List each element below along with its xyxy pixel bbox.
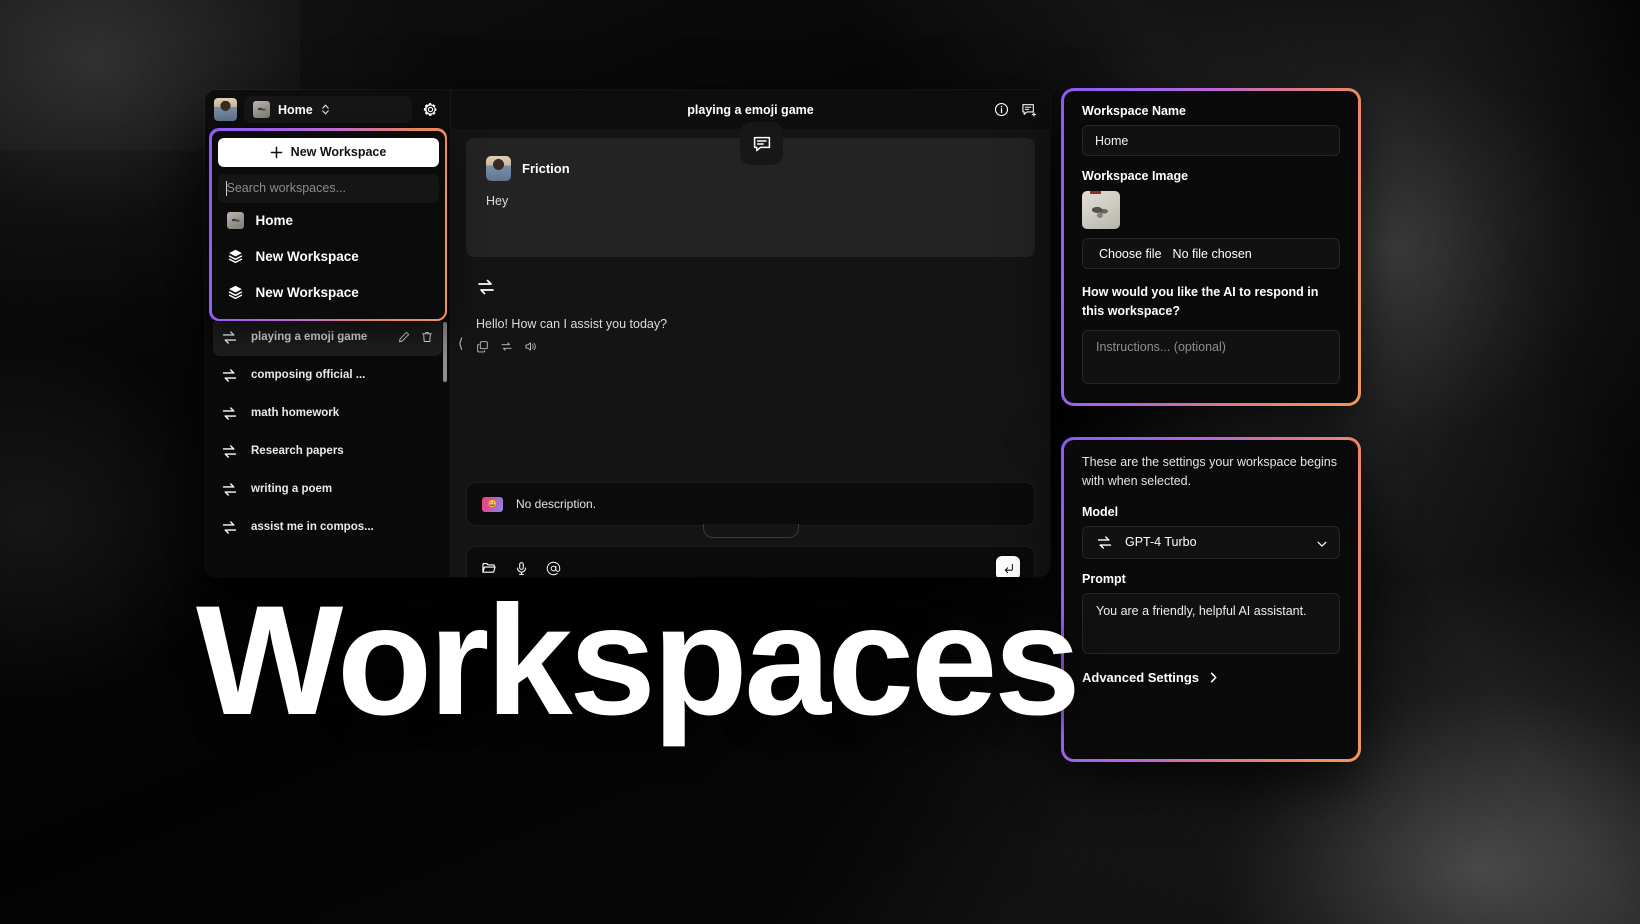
swap-icon	[1097, 536, 1112, 549]
chat-item-label: math homework	[251, 407, 340, 419]
workspace-thumb-icon	[226, 212, 244, 229]
swap-icon	[478, 279, 494, 295]
model-value: GPT-4 Turbo	[1125, 535, 1197, 550]
new-workspace-label: New Workspace	[290, 145, 387, 159]
workspace-item-label: New Workspace	[255, 249, 359, 264]
speak-icon[interactable]	[524, 340, 537, 353]
workspace-name-label: Home	[278, 102, 313, 117]
swap-icon	[222, 406, 237, 420]
new-workspace-button[interactable]: New Workspace	[217, 137, 439, 167]
workspace-name-input[interactable]: Home	[1082, 125, 1340, 156]
copy-icon[interactable]	[476, 340, 489, 353]
workspace-image-thumb	[1082, 191, 1120, 229]
workspace-image-label: Workspace Image	[1082, 169, 1189, 183]
new-chat-icon[interactable]	[1021, 102, 1037, 118]
workspace-item-new-2[interactable]: New Workspace	[218, 275, 439, 311]
swap-icon	[222, 520, 237, 534]
chat-list-item[interactable]: assist me in compos...	[213, 508, 442, 546]
workspace-search-input[interactable]: Search workspaces...	[217, 173, 439, 203]
layers-icon	[228, 249, 242, 264]
swap-icon	[222, 444, 237, 458]
workspace-search-placeholder: Search workspaces...	[226, 181, 347, 195]
chat-item-label: Research papers	[251, 445, 344, 457]
workspace-name-label: Workspace Name	[1082, 104, 1186, 118]
workspace-selector[interactable]: Home	[244, 96, 412, 123]
workspace-item-label: New Workspace	[255, 285, 359, 300]
layers-icon	[228, 285, 242, 300]
avatar[interactable]	[214, 98, 237, 121]
chat-list-item[interactable]: composing official ...	[213, 356, 442, 394]
swap-icon	[222, 330, 237, 344]
avatar	[486, 156, 511, 181]
info-circle-icon[interactable]	[994, 102, 1009, 117]
chat-bubble-icon	[753, 136, 770, 151]
workspace-dropdown: New Workspace Search workspaces... Home …	[209, 128, 447, 321]
page-title: playing a emoji game	[687, 102, 814, 117]
message-scroll-area[interactable]: Friction Hey ⟨ Hello! How can I assist y…	[451, 122, 1050, 577]
instructions-question: How would you like the AI to respond in …	[1082, 285, 1319, 319]
regenerate-icon[interactable]	[500, 340, 513, 353]
model-settings-panel: These are the settings your workspace be…	[1061, 437, 1361, 762]
chat-item-label: composing official ...	[251, 369, 366, 381]
file-chooser[interactable]: Choose file No file chosen	[1082, 238, 1340, 269]
plus-icon	[270, 146, 283, 158]
chat-list-item[interactable]: math homework	[213, 394, 442, 432]
chat-panel: playing a emoji game Friction Hey ⟨ Hell…	[451, 90, 1050, 577]
prompt-textarea[interactable]: You are a friendly, helpful AI assistant…	[1082, 592, 1340, 654]
file-status-label: No file chosen	[1172, 246, 1252, 261]
workspace-item-label: Home	[255, 213, 294, 228]
trash-icon[interactable]	[420, 330, 434, 344]
chat-list: playing a emoji game composing official …	[205, 318, 450, 577]
instructions-textarea[interactable]: Instructions... (optional)	[1082, 329, 1340, 384]
description-card[interactable]: 😀 No description.	[466, 482, 1035, 526]
assistant-message: ⟨ Hello! How can I assist you today?	[458, 277, 1035, 353]
message-text: Hey	[486, 194, 509, 208]
advanced-settings-link[interactable]: Advanced Settings	[1082, 670, 1340, 685]
sidebar-scrollbar[interactable]	[443, 322, 447, 382]
gradient-thumb-icon: 😀	[482, 496, 503, 512]
app-window: Home New Workspace Search workspaces... …	[205, 90, 1050, 577]
prompt-label: Prompt	[1082, 571, 1126, 586]
hero-title: Workspaces	[196, 574, 1081, 748]
model-select[interactable]: GPT-4 Turbo	[1082, 525, 1340, 559]
gear-icon	[423, 103, 437, 116]
message-composer[interactable]: ?	[466, 546, 1035, 577]
chevron-down-icon	[1317, 541, 1327, 547]
chat-list-item[interactable]: playing a emoji game	[213, 318, 442, 356]
chat-list-item[interactable]: writing a poem	[213, 470, 442, 508]
choose-file-button[interactable]: Choose file	[1099, 247, 1162, 261]
edit-icon[interactable]	[397, 330, 411, 344]
enter-arrow-icon	[1004, 563, 1013, 573]
chat-item-label: assist me in compos...	[251, 521, 374, 533]
message-author: Friction	[522, 161, 570, 176]
settings-button[interactable]	[419, 99, 441, 121]
panel-notch	[702, 524, 799, 538]
chevron-right-icon	[1210, 672, 1217, 683]
workspace-settings-panel: Workspace Name Home Workspace Image Choo…	[1061, 88, 1361, 406]
swap-icon	[222, 482, 237, 496]
sidebar: Home New Workspace Search workspaces... …	[205, 90, 451, 577]
chat-bubble-badge[interactable]	[740, 122, 783, 165]
swap-icon	[222, 368, 237, 382]
workspace-thumb-icon	[253, 101, 270, 118]
chevron-up-down-icon	[321, 104, 329, 115]
model-label: Model	[1082, 504, 1119, 519]
chat-item-label: writing a poem	[251, 483, 333, 495]
workspace-item-home[interactable]: Home	[218, 203, 439, 239]
description-text: No description.	[516, 497, 597, 511]
chat-list-item[interactable]: Research papers	[213, 432, 442, 470]
chat-item-label: playing a emoji game	[251, 331, 368, 343]
workspace-item-new-1[interactable]: New Workspace	[218, 239, 439, 275]
workspace-settings-blurb: These are the settings your workspace be…	[1082, 455, 1337, 489]
sidebar-header: Home	[205, 90, 450, 129]
message-text: Hello! How can I assist you today?	[476, 317, 668, 331]
scroll-left-caret[interactable]: ⟨	[458, 335, 463, 352]
advanced-settings-label: Advanced Settings	[1082, 669, 1200, 685]
